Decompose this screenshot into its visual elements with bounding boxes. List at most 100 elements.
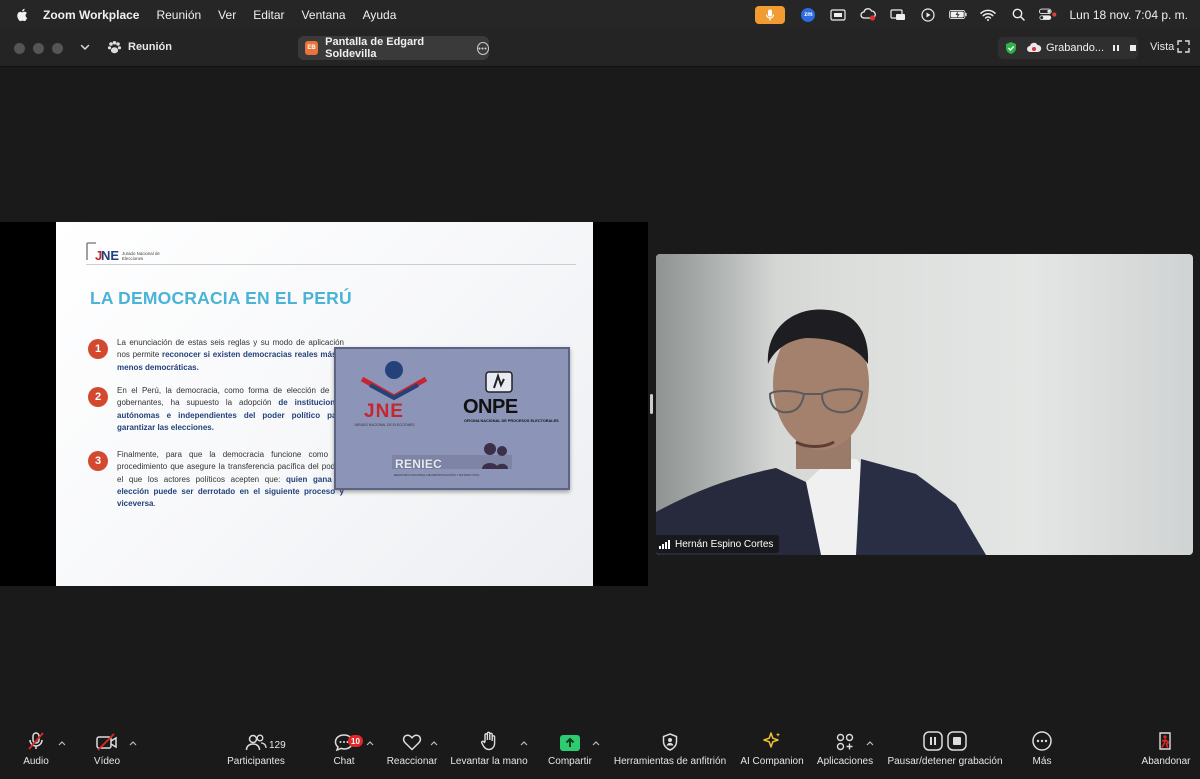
ai-sparkle-icon [763, 732, 781, 748]
stop-recording-icon[interactable] [1128, 43, 1138, 53]
menu-ventana[interactable]: Ventana [302, 8, 346, 22]
point-text: En el Perú, la democracia, como forma de… [117, 385, 344, 434]
host-tools-label: Herramientas de anfitrión [613, 756, 727, 767]
participants-count: 129 [269, 740, 286, 751]
apps-grid-icon [836, 733, 854, 751]
video-options-caret-icon[interactable] [129, 740, 137, 746]
audio-options-caret-icon[interactable] [58, 740, 66, 746]
meeting-title[interactable]: Reunión [128, 41, 172, 53]
react-options-caret-icon[interactable] [430, 740, 438, 746]
chat-button[interactable]: Chat [328, 722, 360, 779]
participant-video-feed [656, 309, 986, 555]
menu-editar[interactable]: Editar [253, 8, 284, 22]
heart-icon [402, 734, 422, 751]
fullscreen-icon[interactable] [1177, 40, 1190, 53]
chevron-down-icon[interactable] [79, 41, 91, 53]
sharer-avatar: EB [305, 41, 319, 55]
menu-bar-status-area: zm Lun 18 nov. 7:04 p. m. [755, 0, 1200, 29]
host-tools-button[interactable]: Herramientas de anfitrión [610, 722, 730, 779]
svg-text:NE: NE [101, 248, 119, 262]
point-number: 1 [88, 339, 108, 359]
signal-strength-icon [659, 539, 670, 549]
meeting-controls-toolbar: Audio Vídeo Participantes 129 Chat 10 Re… [0, 722, 1200, 779]
mic-in-use-indicator[interactable] [755, 5, 786, 24]
presentation-slide: J NE Jurado Nacional de Elecciones LA DE… [56, 222, 593, 586]
raised-hand-icon [480, 731, 496, 751]
video-label: Vídeo [93, 756, 121, 767]
meeting-info-icon[interactable] [107, 40, 122, 55]
apps-button[interactable]: Aplicaciones [814, 722, 876, 779]
recording-label: Grabando... [1045, 42, 1105, 54]
react-label: Reaccionar [386, 756, 438, 767]
meeting-stage: J NE Jurado Nacional de Elecciones LA DE… [0, 67, 1200, 722]
raise-hand-button[interactable]: Levantar la mano [449, 722, 529, 779]
point-number: 3 [88, 451, 108, 471]
menu-app-name[interactable]: Zoom Workplace [43, 8, 139, 22]
share-options-caret-icon[interactable] [592, 740, 600, 746]
ai-companion-label: AI Companion [740, 756, 804, 767]
display-mirroring-icon[interactable] [889, 8, 907, 22]
zoom-menu-icon[interactable]: zm [799, 7, 817, 22]
view-button[interactable]: Vista [1150, 41, 1174, 53]
onpe-emblem-icon [485, 371, 513, 393]
share-screen-label: Compartir [548, 756, 592, 767]
minimize-window-button[interactable] [33, 43, 44, 54]
shield-check-icon[interactable] [1004, 41, 1018, 55]
screen-share-icon[interactable] [829, 8, 847, 22]
participant-name: Hernán Espino Cortes [675, 538, 774, 550]
video-button[interactable]: Vídeo [85, 722, 129, 779]
raise-hand-options-caret-icon[interactable] [520, 740, 528, 746]
more-button[interactable]: Más [1024, 722, 1060, 779]
jne-subtitle: JURADO NACIONAL DE ELECCIONES [354, 423, 415, 427]
zoom-title-bar: Reunión EB Pantalla de Edgard Soldevilla… [0, 29, 1200, 67]
zoom-window-button[interactable] [52, 43, 63, 54]
wifi-icon[interactable] [979, 8, 997, 22]
react-button[interactable]: Reaccionar [384, 722, 440, 779]
pause-stop-recording-label: Pausar/detener grabación [887, 756, 1003, 767]
menu-ver[interactable]: Ver [218, 8, 236, 22]
onpe-wordmark: ONPE [463, 396, 518, 418]
more-options-icon[interactable] [476, 41, 490, 55]
play-circle-icon[interactable] [919, 7, 937, 22]
participant-video-tile[interactable]: Hernán Espino Cortes [656, 254, 1193, 555]
ai-companion-button[interactable]: AI Companion [738, 722, 806, 779]
menu-bar-clock[interactable]: Lun 18 nov. 7:04 p. m. [1069, 8, 1188, 22]
zoom-window: Zoom Workplace Reunión Ver Editar Ventan… [0, 0, 1200, 779]
apps-label: Aplicaciones [816, 756, 874, 767]
jne-logo-icon: J NE [86, 242, 119, 262]
split-view-resize-handle[interactable] [650, 394, 653, 414]
recording-indicator: Grabando... [998, 37, 1138, 59]
apple-icon[interactable] [16, 8, 28, 22]
host-shield-icon [662, 733, 678, 751]
microphone-icon [766, 9, 775, 20]
control-center-icon[interactable] [1039, 8, 1057, 22]
battery-icon[interactable] [949, 8, 968, 22]
chat-options-caret-icon[interactable] [366, 740, 374, 746]
menu-reunion[interactable]: Reunión [156, 8, 201, 22]
point-number: 2 [88, 387, 108, 407]
audio-button[interactable]: Audio [14, 722, 58, 779]
jne-logo-caption: Jurado Nacional de Elecciones [122, 251, 160, 261]
point-text-tail: . [153, 499, 156, 509]
pause-stop-recording-button[interactable]: Pausar/detener grabación [884, 722, 1006, 779]
chat-label: Chat [333, 756, 355, 767]
creative-cloud-icon[interactable] [859, 8, 877, 22]
spotlight-search-icon[interactable] [1009, 8, 1027, 22]
zm-label: zm [801, 7, 816, 22]
microphone-muted-icon [28, 732, 44, 750]
shared-screen-view[interactable]: J NE Jurado Nacional de Elecciones LA DE… [0, 222, 648, 586]
close-window-button[interactable] [14, 43, 25, 54]
video-off-icon [96, 733, 117, 751]
pause-recording-icon[interactable] [1111, 43, 1121, 53]
shared-screen-indicator[interactable]: EB Pantalla de Edgard Soldevilla [298, 36, 490, 60]
window-controls [14, 43, 71, 54]
apps-options-caret-icon[interactable] [866, 740, 874, 746]
share-screen-button[interactable]: Compartir [544, 722, 596, 779]
macos-menu-bar: Zoom Workplace Reunión Ver Editar Ventan… [0, 0, 1200, 29]
menu-ayuda[interactable]: Ayuda [363, 8, 397, 22]
point-text: La enunciación de estas seis reglas y su… [117, 337, 344, 374]
shared-screen-label: Pantalla de Edgard Soldevilla [325, 36, 425, 60]
reniec-wordmark: RENIEC [395, 457, 443, 471]
leave-meeting-button[interactable]: Abandonar [1138, 722, 1194, 779]
reniec-subtitle: REGISTRO NACIONAL DE IDENTIFICACIÓN Y ES… [394, 473, 480, 477]
